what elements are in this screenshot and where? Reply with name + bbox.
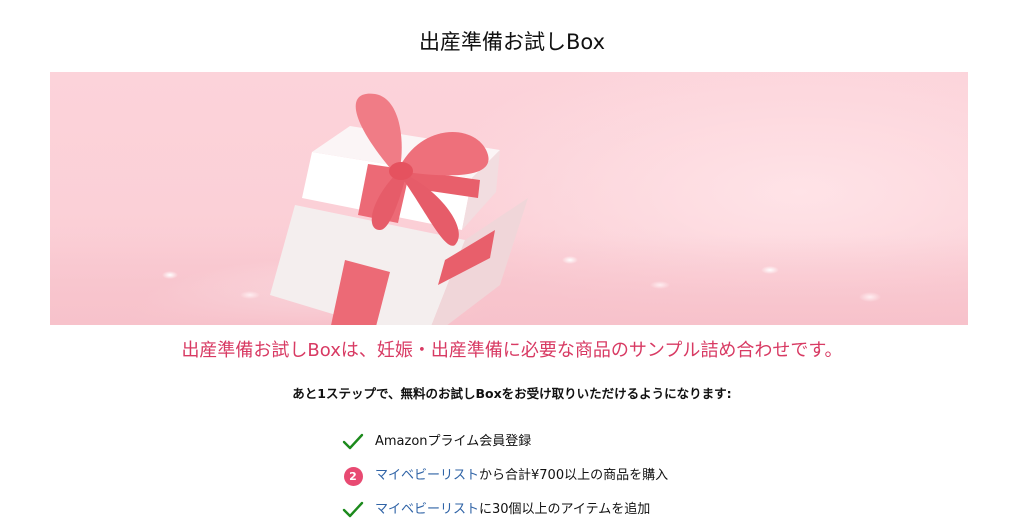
page-title: 出産準備お試しBox	[418, 30, 606, 54]
step-marker: 2	[340, 463, 366, 489]
hero-banner	[50, 72, 968, 325]
step-item-purchase: 2 マイベビーリストから合計¥700以上の商品を購入	[340, 459, 800, 493]
step-item-prime: Amazonプライム会員登録	[340, 425, 800, 459]
check-icon	[340, 497, 366, 523]
step-number-badge: 2	[343, 466, 363, 486]
step-text-suffix: から合計¥700以上の商品を購入	[479, 468, 669, 483]
tagline: 出産準備お試しBoxは、妊娠・出産準備に必要な商品のサンプル詰め合わせです。	[181, 340, 843, 361]
step-text-suffix: に30個以上のアイテムを追加	[479, 502, 651, 517]
my-baby-list-link[interactable]: マイベビーリスト	[375, 468, 479, 483]
step-text: マイベビーリストから合計¥700以上の商品を購入	[375, 467, 668, 485]
check-icon	[340, 429, 366, 455]
step-item-add-items: マイベビーリストに30個以上のアイテムを追加	[340, 493, 800, 527]
steps-list: Amazonプライム会員登録 2 マイベビーリストから合計¥700以上の商品を購…	[340, 425, 800, 527]
step-text: Amazonプライム会員登録	[375, 434, 532, 449]
my-baby-list-link[interactable]: マイベビーリスト	[375, 502, 479, 517]
gift-box-illustration	[270, 93, 528, 325]
step-text: マイベビーリストに30個以上のアイテムを追加	[375, 501, 650, 519]
step-intro-text: あと1ステップで、無料のお試しBoxをお受け取りいただけるようになります:	[292, 386, 732, 401]
